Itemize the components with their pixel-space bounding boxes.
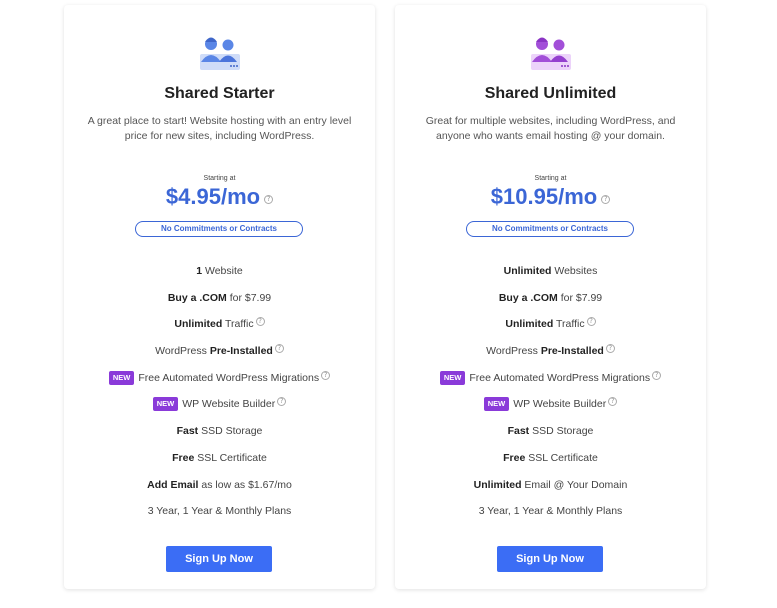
feature-item: Unlimited Websites bbox=[503, 265, 598, 277]
feature-item: NEW Free Automated WordPress Migrations? bbox=[395, 369, 706, 396]
plan-price: $4.95/mo bbox=[165, 184, 261, 209]
no-commitments-badge: No Commitments or Contracts bbox=[466, 221, 634, 237]
feature-item: NEW Free Automated WordPress Migrations? bbox=[64, 369, 375, 396]
starting-at-label: Starting at bbox=[203, 175, 236, 182]
feature-item: Unlimited Traffic? bbox=[395, 315, 706, 342]
help-icon[interactable]: ? bbox=[255, 317, 265, 327]
plan-card-shared-unlimited: Shared Unlimited Great for multiple webs… bbox=[395, 5, 706, 589]
feature-item: Unlimited Email @ Your Domain bbox=[473, 478, 628, 491]
plan-title: Shared Starter bbox=[164, 85, 275, 102]
feature-item: 3 Year, 1 Year & Monthly Plans bbox=[478, 505, 623, 518]
sign-up-button[interactable]: Sign Up Now bbox=[497, 546, 603, 572]
no-commitments-badge: No Commitments or Contracts bbox=[135, 221, 303, 237]
feature-item: Unlimited Traffic? bbox=[64, 315, 375, 342]
team-people-icon bbox=[200, 37, 240, 70]
help-icon[interactable]: ? bbox=[605, 344, 615, 354]
price-row: $4.95/mo? bbox=[64, 183, 375, 214]
feature-item: WordPress Pre-Installed? bbox=[64, 342, 375, 369]
feature-item: Buy a .COM for $7.99 bbox=[167, 291, 272, 304]
feature-item: Add Email as low as $1.67/mo bbox=[147, 478, 292, 491]
feature-list: Unlimited Websites Buy a .COM for $7.99 … bbox=[395, 262, 706, 529]
feature-item: Free SSL Certificate bbox=[172, 451, 267, 464]
plan-title: Shared Unlimited bbox=[484, 85, 617, 102]
feature-item: WordPress Pre-Installed? bbox=[395, 342, 706, 369]
price-row: $10.95/mo? bbox=[395, 183, 706, 214]
plan-card-shared-starter: Shared Starter A great place to start! W… bbox=[64, 5, 375, 589]
help-icon[interactable]: ? bbox=[274, 344, 284, 354]
feature-item: NEW WP Website Builder? bbox=[64, 395, 375, 422]
team-people-icon bbox=[531, 37, 571, 70]
new-badge: NEW bbox=[483, 397, 510, 412]
feature-item: Free SSL Certificate bbox=[503, 451, 598, 464]
new-badge: NEW bbox=[152, 397, 179, 412]
plan-description: A great place to start! Website hosting … bbox=[87, 115, 352, 142]
feature-item: Buy a .COM for $7.99 bbox=[498, 291, 603, 304]
plan-description: Great for multiple websites, including W… bbox=[425, 115, 676, 142]
feature-item: Fast SSD Storage bbox=[507, 425, 594, 438]
new-badge: NEW bbox=[108, 370, 135, 385]
new-badge: NEW bbox=[439, 370, 466, 385]
help-icon[interactable]: ? bbox=[264, 195, 274, 204]
help-icon[interactable]: ? bbox=[652, 370, 662, 380]
feature-item: NEW WP Website Builder? bbox=[395, 395, 706, 422]
help-icon[interactable]: ? bbox=[277, 397, 287, 407]
help-icon[interactable]: ? bbox=[608, 397, 618, 407]
help-icon[interactable]: ? bbox=[601, 195, 611, 204]
help-icon[interactable]: ? bbox=[321, 370, 331, 380]
starting-at-label: Starting at bbox=[534, 175, 567, 182]
help-icon[interactable]: ? bbox=[586, 317, 596, 327]
plan-price: $10.95/mo bbox=[490, 184, 598, 209]
feature-list: 1 Website Buy a .COM for $7.99 Unlimited… bbox=[64, 262, 375, 529]
feature-item: Fast SSD Storage bbox=[176, 425, 263, 438]
feature-item: 1 Website bbox=[196, 265, 243, 277]
sign-up-button[interactable]: Sign Up Now bbox=[166, 546, 272, 572]
feature-item: 3 Year, 1 Year & Monthly Plans bbox=[147, 505, 292, 518]
